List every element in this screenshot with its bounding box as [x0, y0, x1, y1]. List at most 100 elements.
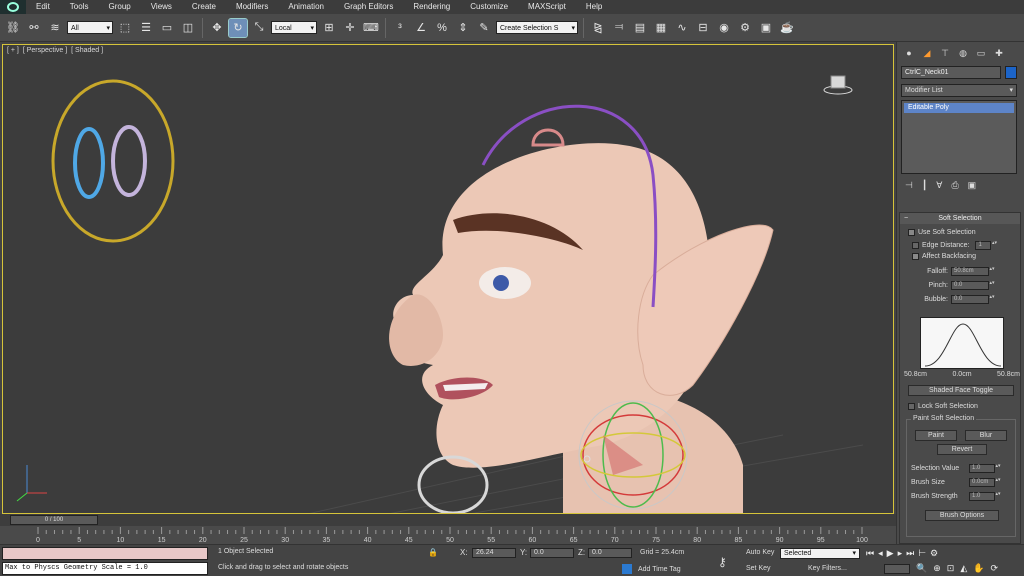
bind-space-warp-icon[interactable]: ≋ [46, 19, 64, 37]
falloff-spinner[interactable]: 50.8cm [951, 267, 989, 276]
perspective-viewport[interactable]: [ + ] [ Perspective ] [ Shaded ] [2, 44, 894, 514]
time-config-icon[interactable]: ⚙ [930, 548, 938, 559]
menu-rendering[interactable]: Rendering [403, 0, 460, 14]
pinch-spinner[interactable]: 0.0 [951, 281, 989, 290]
mirror-icon[interactable]: ⧎ [589, 19, 607, 37]
head-top-control[interactable] [531, 128, 565, 147]
pivot-center-icon[interactable]: ⊞ [320, 19, 338, 37]
field-of-view-icon[interactable]: ◭ [960, 563, 967, 574]
move-icon[interactable]: ✥ [208, 19, 226, 37]
menu-group[interactable]: Group [98, 0, 140, 14]
use-soft-selection-checkbox[interactable] [908, 229, 915, 236]
material-editor-icon[interactable]: ◉ [715, 19, 733, 37]
unlink-icon[interactable]: ⚯ [25, 19, 43, 37]
play-icon[interactable]: ▶ [887, 548, 894, 559]
viewport-label[interactable]: [ + ] [ Perspective ] [ Shaded ] [7, 47, 105, 54]
schematic-view-icon[interactable]: ⊟ [694, 19, 712, 37]
menu-help[interactable]: Help [576, 0, 612, 14]
create-tab-icon[interactable]: ● [903, 47, 915, 59]
menu-tools[interactable]: Tools [60, 0, 99, 14]
eye-control-right[interactable] [111, 125, 147, 197]
brush-strength-spinner[interactable]: 1.0 [969, 492, 995, 501]
select-manipulate-icon[interactable]: ✛ [341, 19, 359, 37]
menu-graph-editors[interactable]: Graph Editors [334, 0, 403, 14]
edge-distance-checkbox[interactable] [912, 242, 919, 249]
utilities-tab-icon[interactable]: ✚ [993, 47, 1005, 59]
object-color-swatch[interactable] [1005, 66, 1017, 79]
key-filters-button[interactable]: Key Filters... [808, 565, 847, 572]
percent-snap-icon[interactable]: % [433, 19, 451, 37]
soft-selection-rollout-header[interactable]: − Soft Selection [900, 213, 1020, 224]
viewcube-icon[interactable] [823, 73, 853, 95]
show-end-result-icon[interactable]: ┃ [922, 180, 927, 192]
time-slider[interactable]: 0 / 100 [10, 515, 98, 525]
menu-maxscript[interactable]: MAXScript [518, 0, 576, 14]
rect-selection-icon[interactable]: ▭ [158, 19, 176, 37]
brush-options-button[interactable]: Brush Options [925, 510, 999, 521]
selection-filter-dropdown[interactable]: All [67, 21, 113, 35]
make-unique-icon[interactable]: ∀ [936, 180, 942, 192]
menu-modifiers[interactable]: Modifiers [226, 0, 278, 14]
snaps-toggle-icon[interactable]: ³ [391, 19, 409, 37]
viewport-plus-menu[interactable]: [ + ] [7, 47, 19, 54]
spinner-arrows-icon[interactable]: ▴▾ [989, 295, 995, 304]
go-to-end-icon[interactable]: ⏭ [906, 548, 914, 559]
edge-distance-spinner[interactable]: 1 [975, 241, 992, 250]
align-icon[interactable]: ⫤ [610, 19, 628, 37]
lock-soft-selection-checkbox[interactable] [908, 403, 915, 410]
key-mode-dropdown[interactable]: Selected [780, 548, 860, 559]
pan-icon[interactable]: ✋ [973, 563, 984, 574]
y-coord-field[interactable]: 0.0 [530, 548, 574, 558]
configure-modifier-sets-icon[interactable]: ▣ [968, 180, 977, 192]
spinner-arrows-icon[interactable]: ▴▾ [989, 281, 995, 290]
menu-animation[interactable]: Animation [278, 0, 334, 14]
go-to-start-icon[interactable]: ⏮ [866, 548, 874, 559]
spinner-arrows-icon[interactable]: ▴▾ [995, 464, 1001, 473]
remove-modifier-icon[interactable]: ⎙ [951, 180, 958, 192]
spinner-snap-icon[interactable]: ⇕ [454, 19, 472, 37]
rotate-icon[interactable]: ↻ [228, 17, 248, 38]
jaw-control[interactable] [417, 455, 489, 513]
render-production-icon[interactable]: ☕ [778, 19, 796, 37]
auto-key-button[interactable]: Auto Key [746, 549, 774, 556]
display-tab-icon[interactable]: ▭ [975, 47, 987, 59]
link-icon[interactable]: ⛓ [4, 19, 22, 37]
brush-size-spinner[interactable]: 0.0cm [969, 478, 995, 487]
previous-frame-icon[interactable]: ◂ [878, 548, 883, 559]
current-frame-field[interactable] [884, 564, 910, 574]
z-coord-field[interactable]: 0.0 [588, 548, 632, 558]
pin-stack-icon[interactable]: ⊣ [905, 180, 913, 192]
menu-create[interactable]: Create [182, 0, 226, 14]
selection-value-spinner[interactable]: 1.0 [969, 464, 995, 473]
app-logo-icon[interactable] [0, 0, 26, 14]
rendered-frame-window-icon[interactable]: ▣ [757, 19, 775, 37]
edit-named-selection-icon[interactable]: ✎ [475, 19, 493, 37]
object-name-field[interactable]: CtrlC_Neck01 [901, 66, 1001, 79]
spinner-arrows-icon[interactable]: ▴▾ [995, 478, 1001, 487]
revert-button[interactable]: Revert [937, 444, 987, 455]
menu-views[interactable]: Views [141, 0, 182, 14]
lock-selection-icon[interactable]: 🔒 [428, 548, 438, 557]
spinner-arrows-icon[interactable]: ▴▾ [991, 241, 997, 250]
key-mode-toggle-icon[interactable]: ⊢ [918, 548, 926, 559]
select-by-name-icon[interactable]: ☰ [137, 19, 155, 37]
shaded-face-toggle-button[interactable]: Shaded Face Toggle [908, 385, 1014, 396]
viewport-shading-menu[interactable]: [ Shaded ] [71, 47, 103, 54]
default-in-out-tangent-icon[interactable]: ⚷ [718, 555, 727, 569]
use-soft-selection-row[interactable]: Use Soft Selection [908, 229, 976, 236]
keyboard-shortcut-icon[interactable]: ⌨ [362, 19, 380, 37]
named-selection-dropdown[interactable]: Create Selection S [496, 21, 578, 35]
render-setup-icon[interactable]: ⚙ [736, 19, 754, 37]
motion-tab-icon[interactable]: ◍ [957, 47, 969, 59]
modifier-stack-item[interactable]: Editable Poly [904, 103, 1014, 113]
blur-button[interactable]: Blur [965, 430, 1007, 441]
window-crossing-icon[interactable]: ◫ [179, 19, 197, 37]
paint-button[interactable]: Paint [915, 430, 957, 441]
select-object-icon[interactable]: ⬚ [116, 19, 134, 37]
affect-backfacing-row[interactable]: Affect Backfacing [912, 253, 976, 260]
affect-backfacing-checkbox[interactable] [912, 253, 919, 260]
next-frame-icon[interactable]: ▸ [898, 548, 903, 559]
hierarchy-tab-icon[interactable]: ⊤ [939, 47, 951, 59]
set-key-button[interactable]: Set Key [746, 565, 771, 572]
maxscript-output[interactable]: Max to Physcs Geometry Scale = 1.0 [2, 562, 208, 575]
